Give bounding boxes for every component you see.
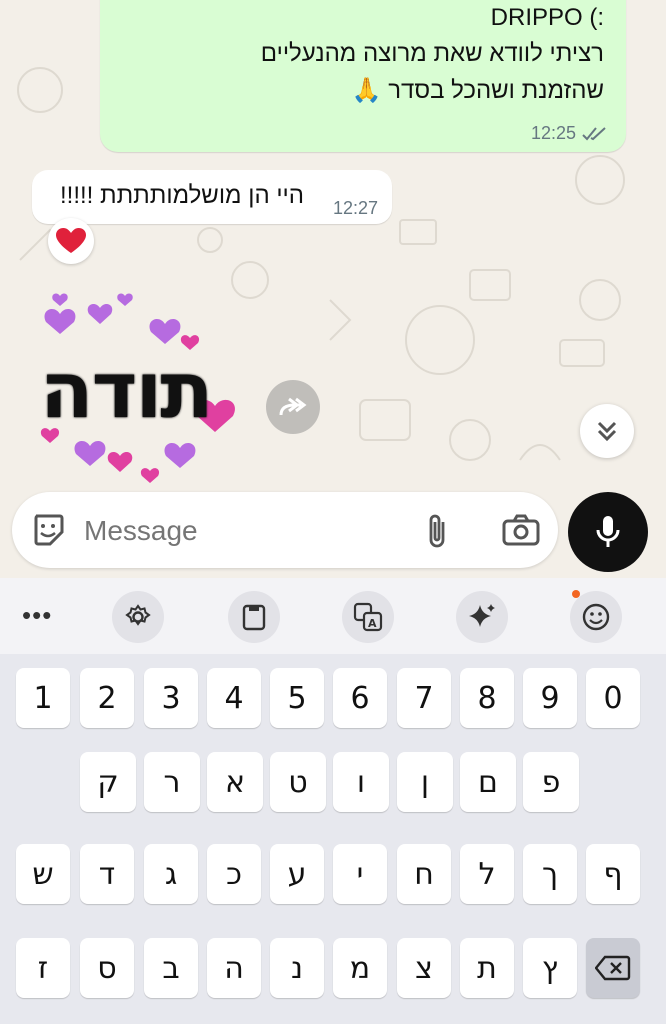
forward-button[interactable] xyxy=(266,380,320,434)
key-4[interactable]: 4 xyxy=(207,668,261,728)
double-check-icon xyxy=(582,126,606,140)
sticker-icon[interactable] xyxy=(30,512,66,548)
voice-record-button[interactable] xyxy=(568,492,648,572)
key-2[interactable]: 2 xyxy=(80,668,134,728)
message-composer[interactable] xyxy=(12,492,558,568)
attach-icon[interactable] xyxy=(424,512,450,550)
key-dalet[interactable]: ד xyxy=(80,844,134,904)
forward-icon xyxy=(279,397,307,416)
more-icon[interactable]: ••• xyxy=(22,600,52,631)
message-meta: 12:25 xyxy=(531,123,608,144)
key-shin[interactable]: ש xyxy=(16,844,70,904)
clipboard-icon xyxy=(242,604,266,631)
key-qof[interactable]: ק xyxy=(80,752,136,812)
key-bet[interactable]: ב xyxy=(144,938,198,998)
camera-icon[interactable] xyxy=(502,514,540,546)
key-he[interactable]: ה xyxy=(207,938,261,998)
outgoing-message[interactable]: :) DRIPPO רציתי לוודא שאת מרוצה מהנעליים… xyxy=(100,0,626,152)
key-lamed[interactable]: ל xyxy=(460,844,514,904)
key-tet[interactable]: ט xyxy=(270,752,326,812)
scroll-to-bottom-button[interactable] xyxy=(580,404,634,458)
key-pe[interactable]: פ xyxy=(523,752,579,812)
mic-icon xyxy=(596,516,620,547)
key-alef[interactable]: א xyxy=(207,752,263,812)
thanks-sticker[interactable]: תודה xyxy=(30,286,250,486)
key-nun[interactable]: נ xyxy=(270,938,324,998)
settings-icon xyxy=(125,604,151,626)
translate-icon: A xyxy=(353,602,383,632)
key-kaf[interactable]: כ xyxy=(207,844,261,904)
key-samekh[interactable]: ס xyxy=(80,938,134,998)
message-time: 12:27 xyxy=(332,198,378,218)
key-final-tsadi[interactable]: ץ xyxy=(523,938,577,998)
key-zayin[interactable]: ז xyxy=(16,938,70,998)
settings-button[interactable] xyxy=(112,591,164,643)
key-resh[interactable]: ר xyxy=(144,752,200,812)
key-3[interactable]: 3 xyxy=(144,668,198,728)
emoji-button[interactable] xyxy=(570,591,622,643)
backspace-key[interactable] xyxy=(586,938,640,998)
svg-text:A: A xyxy=(368,617,377,630)
message-time: 12:25 xyxy=(530,123,576,143)
ai-tools-button[interactable] xyxy=(456,591,508,643)
sticker-text: תודה xyxy=(40,346,213,436)
key-final-pe[interactable]: ף xyxy=(586,844,640,904)
message-line: שהזמנת ושהכל בסדר 🙏 xyxy=(351,77,604,104)
emoji-icon xyxy=(582,603,610,631)
key-het[interactable]: ח xyxy=(397,844,451,904)
clipboard-button[interactable] xyxy=(228,591,280,643)
chat-area[interactable]: :) DRIPPO רציתי לוודא שאת מרוצה מהנעליים… xyxy=(0,0,666,578)
message-line: :) DRIPPO xyxy=(490,4,604,31)
key-final-kaf[interactable]: ך xyxy=(523,844,577,904)
key-final-mem[interactable]: ם xyxy=(460,752,516,812)
keyboard: ••• A 1 2 3 4 5 6 7 8 9 0 ק ר א ט ו ן ם … xyxy=(0,578,666,1024)
message-line: רציתי לוודא שאת מרוצה מהנעליים xyxy=(260,40,604,67)
key-tav[interactable]: ת xyxy=(460,938,514,998)
incoming-message[interactable]: היי הן מושלמותתתת !!!!! 12:27 xyxy=(32,170,392,224)
keyboard-toolbar: ••• A xyxy=(0,578,666,654)
key-5[interactable]: 5 xyxy=(270,668,324,728)
key-tsadi[interactable]: צ xyxy=(397,938,451,998)
key-yod[interactable]: י xyxy=(333,844,387,904)
reaction-badge[interactable] xyxy=(48,218,94,264)
double-chevron-down-icon xyxy=(597,421,617,442)
key-7[interactable]: 7 xyxy=(397,668,451,728)
heart-icon xyxy=(56,228,86,253)
message-input[interactable] xyxy=(82,508,406,554)
sparkle-icon xyxy=(469,604,495,627)
key-0[interactable]: 0 xyxy=(586,668,640,728)
message-text: היי הן מושלמותתתת !!!!! xyxy=(60,182,304,209)
backspace-icon xyxy=(595,955,631,981)
key-8[interactable]: 8 xyxy=(460,668,514,728)
key-6[interactable]: 6 xyxy=(333,668,387,728)
key-mem[interactable]: מ xyxy=(333,938,387,998)
translate-button[interactable]: A xyxy=(342,591,394,643)
key-1[interactable]: 1 xyxy=(16,668,70,728)
key-ayin[interactable]: ע xyxy=(270,844,324,904)
key-vav[interactable]: ו xyxy=(333,752,389,812)
key-final-nun[interactable]: ן xyxy=(397,752,453,812)
key-9[interactable]: 9 xyxy=(523,668,577,728)
key-gimel[interactable]: ג xyxy=(144,844,198,904)
